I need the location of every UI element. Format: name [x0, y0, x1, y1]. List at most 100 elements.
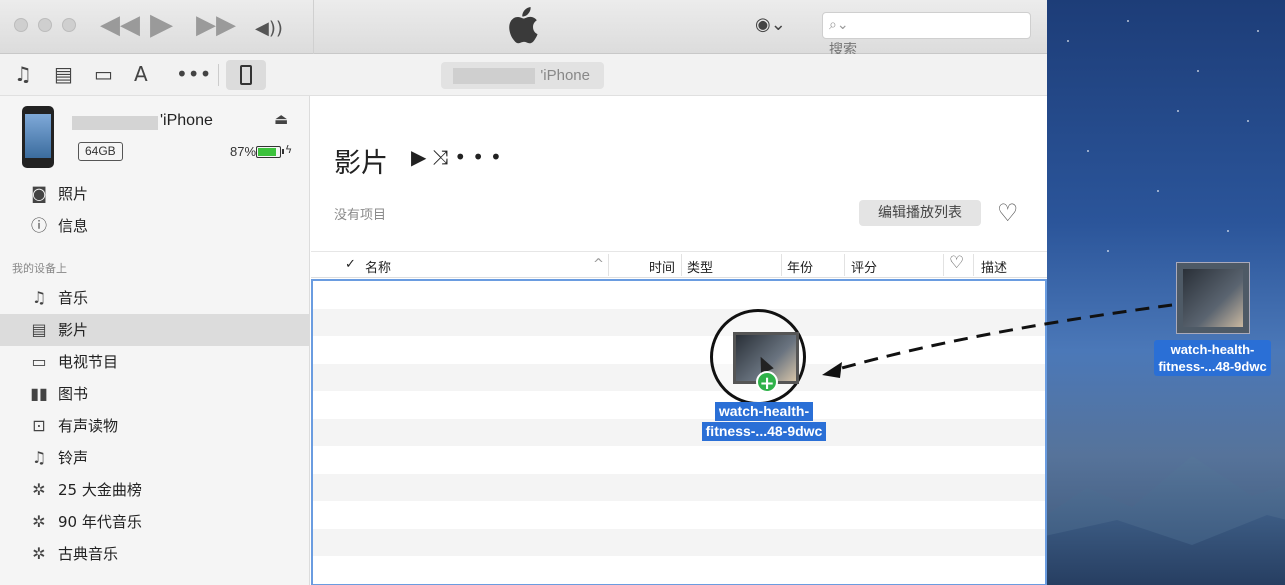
gear-icon: ✲: [32, 512, 46, 531]
table-row: [313, 308, 1045, 336]
checkmark-icon[interactable]: ✓: [345, 257, 356, 272]
table-row: [313, 281, 1045, 309]
divider: [608, 254, 609, 276]
bell-icon: ♫: [31, 448, 47, 467]
more-icon[interactable]: •••: [176, 62, 211, 86]
drop-target-list[interactable]: [311, 279, 1047, 585]
sidebar-item-music[interactable]: ♫ 音乐: [0, 282, 309, 314]
divider: [781, 254, 782, 276]
charging-icon: ϟ: [285, 143, 293, 156]
tv-icon[interactable]: ▭: [94, 62, 113, 86]
divider: [681, 254, 682, 276]
sidebar-item-books[interactable]: ▮▮ 图书: [0, 378, 309, 410]
table-row: [313, 336, 1045, 364]
star: [1177, 110, 1179, 112]
apple-logo-icon: [509, 7, 538, 44]
table-row: [313, 391, 1045, 419]
play-icon[interactable]: ▶: [411, 145, 432, 169]
video-thumbnail: [1175, 262, 1250, 334]
rewind-icon[interactable]: ◀◀: [100, 10, 140, 40]
star: [1197, 70, 1199, 72]
gear-icon: ✲: [32, 544, 46, 563]
app-store-icon[interactable]: A: [134, 62, 148, 86]
star: [1107, 250, 1109, 252]
sidebar: 'iPhone ⏏ 64GB 87% ϟ ◙ 照片 ⓘ 信息 我的设备上 ♫ 音乐 ▤…: [0, 96, 310, 585]
book-icon: ▮▮: [30, 384, 48, 403]
tv-icon: ▭: [31, 352, 47, 371]
star: [1127, 20, 1129, 22]
info-icon: ⓘ: [30, 216, 47, 235]
table-row: [313, 363, 1045, 391]
star: [1067, 40, 1069, 42]
sort-ascending-icon[interactable]: ^: [593, 257, 604, 272]
gear-icon: ✲: [32, 480, 46, 499]
device-button[interactable]: [226, 60, 266, 90]
divider: [844, 254, 845, 276]
audiobook-icon: ⊡: [32, 416, 46, 435]
sidebar-item-tones[interactable]: ♫ 铃声: [0, 442, 309, 474]
close-window-button[interactable]: [14, 18, 28, 32]
shuffle-icon[interactable]: ⤨: [432, 145, 454, 169]
sidebar-item-movies[interactable]: ▤ 影片: [0, 314, 309, 346]
sidebar-item-playlist[interactable]: ✲ 古典音乐: [0, 538, 309, 570]
add-plus-icon: +: [756, 371, 778, 394]
main-content: 影片 ▶⤨••• 没有项目 编辑播放列表 ♡ ✓ 名称 ^ 时间 类型 年份 评…: [311, 96, 1047, 585]
divider: [313, 0, 314, 54]
search-field[interactable]: ⌕⌄: [822, 12, 1031, 58]
redacted-name: [453, 68, 535, 84]
eject-icon[interactable]: ⏏: [274, 110, 288, 128]
zoom-window-button[interactable]: [62, 18, 76, 32]
column-year[interactable]: 年份: [787, 257, 813, 276]
divider: [973, 254, 974, 276]
camera-icon: ◙: [31, 184, 47, 203]
dragged-file-label: watch-health-fitness-...48-9dwc: [688, 401, 840, 441]
film-icon: ▤: [31, 320, 47, 339]
film-icon[interactable]: ▤: [54, 62, 73, 86]
divider: [218, 64, 219, 86]
volume-icon[interactable]: ◀)): [255, 14, 283, 44]
titlebar: ◀◀ ▶ ▶▶ ◀)) ◉⌄ ⌕⌄: [0, 0, 1047, 58]
table-row: [313, 418, 1045, 446]
play-icon[interactable]: ▶: [150, 10, 173, 40]
section-heading: 我的设备上: [12, 262, 67, 275]
column-description[interactable]: 描述: [981, 257, 1007, 276]
edit-playlist-button[interactable]: 编辑播放列表: [859, 200, 981, 226]
account-icon[interactable]: ◉⌄: [755, 14, 786, 35]
sidebar-item-photos[interactable]: ◙ 照片: [0, 178, 309, 210]
fast-forward-icon[interactable]: ▶▶: [196, 10, 236, 40]
star: [1157, 190, 1159, 192]
table-row: [313, 556, 1045, 584]
music-note-icon: ♫: [31, 288, 47, 307]
column-time[interactable]: 时间: [649, 257, 675, 276]
table-header: ✓ 名称 ^ 时间 类型 年份 评分 ♡ 描述: [311, 251, 1047, 278]
table-row: [313, 528, 1045, 556]
table-row: [313, 501, 1045, 529]
minimize-window-button[interactable]: [38, 18, 52, 32]
star: [1227, 230, 1229, 232]
iphone-icon: [240, 65, 252, 85]
column-rating[interactable]: 评分: [851, 257, 877, 276]
device-name-pill[interactable]: 'iPhone: [441, 62, 604, 89]
battery-icon: [256, 146, 281, 158]
sidebar-item-audiobooks[interactable]: ⊡ 有声读物: [0, 410, 309, 442]
sidebar-item-playlist[interactable]: ✲ 25 大金曲榜: [0, 474, 309, 506]
table-row: [313, 473, 1045, 501]
battery-percent: 87%: [230, 144, 257, 159]
device-name[interactable]: 'iPhone: [160, 112, 213, 130]
star: [1257, 30, 1259, 32]
more-icon[interactable]: •••: [454, 145, 507, 169]
sidebar-item-info[interactable]: ⓘ 信息: [0, 210, 309, 242]
page-title: 影片: [334, 148, 388, 179]
sidebar-item-playlist[interactable]: ✲ 90 年代音乐: [0, 506, 309, 538]
heart-icon[interactable]: ♡: [997, 199, 1019, 227]
star: [1087, 150, 1089, 152]
column-genre[interactable]: 类型: [687, 257, 713, 276]
desktop-video-file[interactable]: watch-health-fitness-...48-9dwc: [1140, 262, 1285, 376]
sidebar-item-tv-shows[interactable]: ▭ 电视节目: [0, 346, 309, 378]
redacted-name: [72, 116, 158, 130]
heart-icon[interactable]: ♡: [949, 253, 964, 273]
music-note-icon[interactable]: ♫: [14, 62, 32, 86]
column-name[interactable]: 名称: [365, 257, 391, 276]
battery-tip: [282, 149, 284, 154]
playback-controls: ▶⤨•••: [411, 145, 508, 169]
